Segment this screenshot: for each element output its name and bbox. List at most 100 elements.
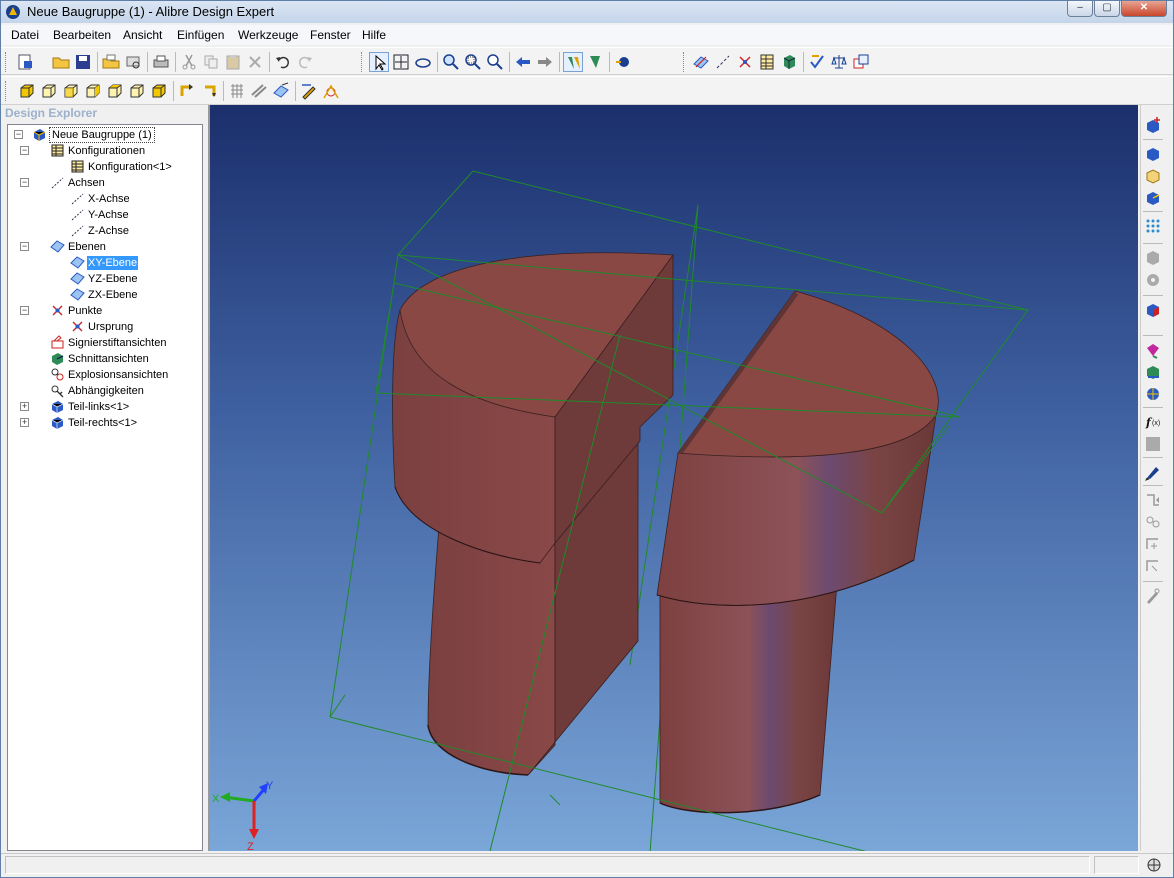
zoom-fit-icon[interactable] (485, 52, 505, 72)
expand-toggle[interactable]: + (20, 402, 29, 411)
menu-ansicht[interactable]: Ansicht (123, 28, 162, 42)
align-icon[interactable] (585, 52, 605, 72)
print-icon[interactable] (151, 52, 171, 72)
print-preview-icon[interactable] (123, 52, 143, 72)
redo-icon[interactable] (295, 52, 315, 72)
measure-icon[interactable] (321, 81, 341, 101)
open-folder-icon[interactable] (51, 52, 71, 72)
square-icon[interactable] (1144, 435, 1162, 453)
3d-viewport[interactable]: X Y Z (208, 105, 1138, 851)
tree-item[interactable]: Explosionsansichten (8, 367, 202, 383)
pen-icon[interactable] (1144, 463, 1162, 481)
view-back-icon[interactable] (39, 81, 59, 101)
tree-item[interactable]: X-Achse (8, 191, 202, 207)
view-bottom-icon[interactable] (127, 81, 147, 101)
constraint-4-icon[interactable] (1144, 557, 1162, 575)
tree-item[interactable]: ZX-Ebene (8, 287, 202, 303)
function-icon[interactable]: f (x) (1144, 413, 1162, 431)
view-left-icon[interactable] (61, 81, 81, 101)
grid-icon[interactable] (227, 81, 247, 101)
mate-icon[interactable] (563, 52, 583, 72)
shaded-icon[interactable] (271, 81, 291, 101)
view-rotate-left-icon[interactable] (177, 81, 197, 101)
tree-item[interactable]: Y-Achse (8, 207, 202, 223)
new-part-icon[interactable] (1144, 145, 1162, 163)
alibre-app-icon[interactable] (5, 4, 21, 20)
tree-item[interactable]: YZ-Ebene (8, 271, 202, 287)
assembly-tree-icon[interactable] (1144, 363, 1162, 381)
expand-toggle[interactable]: + (20, 418, 29, 427)
new-icon[interactable] (15, 52, 35, 72)
tree-item[interactable]: − Achsen (8, 175, 202, 191)
view-front-icon[interactable] (17, 81, 37, 101)
menu-hilfe[interactable]: Hilfe (362, 28, 386, 42)
tree-item[interactable]: XY-Ebene (8, 255, 202, 271)
balance-icon[interactable] (829, 52, 849, 72)
constraint-2-icon[interactable] (1144, 513, 1162, 531)
zoom-in-icon[interactable] (441, 52, 461, 72)
insert-box-icon[interactable] (1144, 167, 1162, 185)
paste-icon[interactable] (223, 52, 243, 72)
axis-icon[interactable] (713, 52, 733, 72)
pattern-icon[interactable] (1144, 217, 1162, 235)
hexagon-icon[interactable] (1144, 249, 1162, 267)
plane-icon[interactable] (691, 52, 711, 72)
collapse-toggle[interactable]: − (20, 242, 29, 251)
tree-item[interactable]: Schnittansichten (8, 351, 202, 367)
zoom-window-icon[interactable] (463, 52, 483, 72)
3d-scene[interactable]: X Y Z (210, 105, 1138, 851)
menu-bearbeiten[interactable]: Bearbeiten (53, 28, 111, 42)
collapse-toggle[interactable]: − (20, 306, 29, 315)
close-button[interactable]: ✕ (1121, 1, 1167, 17)
copy-icon[interactable] (201, 52, 221, 72)
insert-component-icon[interactable] (1144, 189, 1162, 207)
check-icon[interactable] (807, 52, 827, 72)
render-icon[interactable] (613, 52, 633, 72)
gear-icon[interactable] (1144, 271, 1162, 289)
paint-icon[interactable] (1144, 341, 1162, 359)
tree-item[interactable]: − Ebenen (8, 239, 202, 255)
tree-item[interactable]: − Konfigurationen (8, 143, 202, 159)
previous-view-icon[interactable] (513, 52, 533, 72)
duplicate-icon[interactable] (851, 52, 871, 72)
tree-item[interactable]: + Teil-links<1> (8, 399, 202, 415)
sketch-icon[interactable] (299, 81, 319, 101)
replace-part-icon[interactable] (1144, 301, 1162, 319)
maximize-button[interactable]: ▢ (1094, 1, 1120, 17)
collapse-toggle[interactable]: − (14, 130, 23, 139)
tree-item[interactable]: Signierstiftansichten (8, 335, 202, 351)
constraint-5-icon[interactable] (1144, 587, 1162, 605)
globe-icon[interactable] (1144, 385, 1162, 403)
constraint-3-icon[interactable] (1144, 535, 1162, 553)
tree-item[interactable]: − Neue Baugruppe (1) (8, 127, 202, 143)
view-rotate-right-icon[interactable] (199, 81, 219, 101)
cut-icon[interactable] (179, 52, 199, 72)
pan-icon[interactable] (391, 52, 411, 72)
open-file-icon[interactable] (101, 52, 121, 72)
toolbar-grip[interactable] (5, 81, 8, 101)
collapse-toggle[interactable]: − (20, 146, 29, 155)
toolbar-grip[interactable] (5, 52, 8, 72)
delete-icon[interactable] (245, 52, 265, 72)
toolbar-grip[interactable] (361, 52, 364, 72)
tree-item[interactable]: Ursprung (8, 319, 202, 335)
select-arrow-icon[interactable] (369, 52, 389, 72)
toolbar-grip[interactable] (683, 52, 686, 72)
menu-datei[interactable]: Datei (11, 28, 39, 42)
table-icon[interactable] (757, 52, 777, 72)
insert-part-icon[interactable] (1144, 117, 1162, 135)
undo-icon[interactable] (273, 52, 293, 72)
title-bar[interactable]: Neue Baugruppe (1) - Alibre Design Exper… (1, 1, 1173, 23)
tree-item[interactable]: − Punkte (8, 303, 202, 319)
view-top-icon[interactable] (105, 81, 125, 101)
menu-einfuegen[interactable]: Einfügen (177, 28, 224, 42)
collapse-toggle[interactable]: − (20, 178, 29, 187)
point-icon[interactable] (735, 52, 755, 72)
status-globe-icon[interactable] (1147, 858, 1161, 872)
next-view-icon[interactable] (535, 52, 555, 72)
part-icon[interactable] (779, 52, 799, 72)
menu-werkzeuge[interactable]: Werkzeuge (238, 28, 298, 42)
view-iso-icon[interactable] (149, 81, 169, 101)
tree-item[interactable]: Abhängigkeiten (8, 383, 202, 399)
hidden-lines-icon[interactable] (249, 81, 269, 101)
